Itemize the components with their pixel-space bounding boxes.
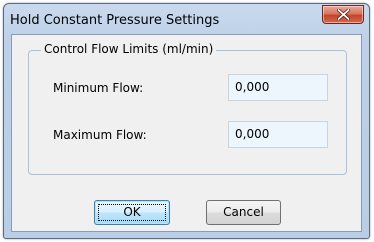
focus-rectangle [98, 204, 166, 221]
dialog-window: Hold Constant Pressure Settings Control … [3, 3, 370, 239]
dialog-content: Control Flow Limits (ml/min) Minimum Flo… [11, 34, 362, 232]
close-button[interactable] [322, 5, 364, 24]
window-title: Hold Constant Pressure Settings [10, 13, 220, 28]
cancel-button[interactable]: Cancel [206, 200, 281, 225]
group-legend: Control Flow Limits (ml/min) [41, 42, 217, 56]
maximum-flow-label: Maximum Flow: [53, 128, 147, 142]
control-flow-limits-group: Control Flow Limits (ml/min) Minimum Flo… [28, 42, 347, 175]
maximum-flow-input[interactable]: 0,000 [228, 121, 328, 148]
minimum-flow-input[interactable]: 0,000 [228, 74, 328, 101]
ok-button[interactable]: OK [94, 200, 170, 225]
close-icon [337, 9, 350, 20]
title-bar[interactable]: Hold Constant Pressure Settings [4, 4, 369, 34]
minimum-flow-label: Minimum Flow: [53, 81, 144, 95]
cancel-button-label: Cancel [223, 205, 264, 219]
